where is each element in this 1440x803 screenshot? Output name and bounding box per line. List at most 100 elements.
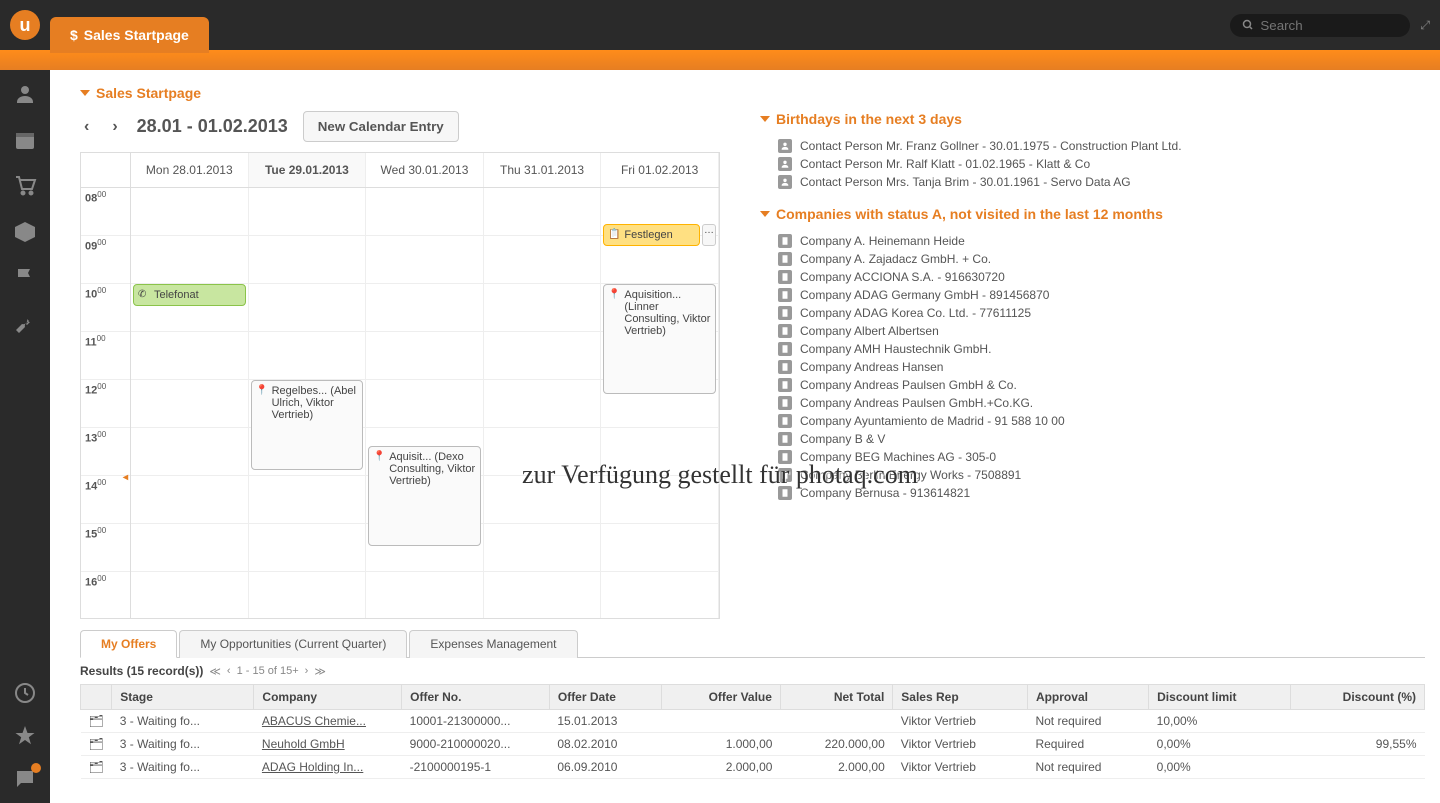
list-item[interactable]: Company ACCIONA S.A. - 916630720 xyxy=(778,268,1425,286)
cell: 9000-210000020... xyxy=(402,733,550,756)
next-week-button[interactable]: › xyxy=(108,118,121,136)
list-item[interactable]: Company A. Zajadacz GmbH. + Co. xyxy=(778,250,1425,268)
list-item[interactable]: Company Andreas Paulsen GmbH.+Co.KG. xyxy=(778,394,1425,412)
day-column-fri[interactable]: 📋Festlegen … 📍Aquisition... (Linner Cons… xyxy=(601,188,719,618)
person-icon[interactable] xyxy=(11,80,39,108)
list-item[interactable]: Company Andreas Hansen xyxy=(778,358,1425,376)
phone-icon: ✆ xyxy=(138,289,146,300)
building-icon xyxy=(778,234,792,248)
person-icon xyxy=(778,139,792,153)
col-offervalue[interactable]: Offer Value xyxy=(662,685,781,710)
day-header[interactable]: Mon 28.01.2013 xyxy=(131,153,249,187)
event-aquisition-linner[interactable]: 📍Aquisition... (Linner Consulting, Vikto… xyxy=(603,284,716,394)
day-header[interactable]: Tue 29.01.2013 xyxy=(249,153,367,187)
event-aquisit-dexo[interactable]: 📍Aquisit... (Dexo Consulting, Viktor Ver… xyxy=(368,446,481,546)
col-offerdate[interactable]: Offer Date xyxy=(549,685,661,710)
prev-week-button[interactable]: ‹ xyxy=(80,118,93,136)
col-discountlimit[interactable]: Discount limit xyxy=(1149,685,1291,710)
building-icon xyxy=(778,342,792,356)
col-discount[interactable]: Discount (%) xyxy=(1291,685,1425,710)
col-nettotal[interactable]: Net Total xyxy=(780,685,892,710)
list-item[interactable]: Company Berlin Energy Works - 7508891 xyxy=(778,466,1425,484)
event-festlegen[interactable]: 📋Festlegen xyxy=(603,224,700,246)
pager-first[interactable]: ≪ xyxy=(209,665,221,678)
list-item[interactable]: Company ADAG Korea Co. Ltd. - 77611125 xyxy=(778,304,1425,322)
event-telefonat[interactable]: ✆ Telefonat xyxy=(133,284,246,306)
list-item[interactable]: Company B & V xyxy=(778,430,1425,448)
companies-title[interactable]: Companies with status A, not visited in … xyxy=(760,206,1425,222)
building-icon xyxy=(778,450,792,464)
table-row[interactable]: 🗂 3 - Waiting fo... ABACUS Chemie... 100… xyxy=(81,710,1425,733)
item-text: Company ADAG Germany GmbH - 891456870 xyxy=(800,288,1049,302)
table-row[interactable]: 🗂 3 - Waiting fo... Neuhold GmbH 9000-21… xyxy=(81,733,1425,756)
item-text: Company BEG Machines AG - 305-0 xyxy=(800,450,996,464)
chevron-down-icon xyxy=(760,211,770,217)
list-item[interactable]: Company Ayuntamiento de Madrid - 91 588 … xyxy=(778,412,1425,430)
cell: 3 - Waiting fo... xyxy=(112,756,254,779)
history-icon[interactable] xyxy=(11,679,39,707)
list-item[interactable]: Contact Person Mr. Ralf Klatt - 01.02.19… xyxy=(778,155,1425,173)
col-company[interactable]: Company xyxy=(254,685,402,710)
chevron-down-icon[interactable] xyxy=(80,90,90,96)
list-item[interactable]: Company Bernusa - 913614821 xyxy=(778,484,1425,502)
day-column-tue[interactable]: 📍Regelbes... (Abel Ulrich, Viktor Vertri… xyxy=(249,188,367,618)
search-input[interactable] xyxy=(1260,18,1398,33)
event-more-button[interactable]: … xyxy=(702,224,716,246)
pager-next[interactable]: › xyxy=(305,665,309,677)
item-text: Company Albert Albertsen xyxy=(800,324,939,338)
table-row[interactable]: 🗂 3 - Waiting fo... ADAG Holding In... -… xyxy=(81,756,1425,779)
col-approval[interactable]: Approval xyxy=(1027,685,1148,710)
cell: Viktor Vertrieb xyxy=(893,710,1028,733)
list-item[interactable]: Company AMH Haustechnik GmbH. xyxy=(778,340,1425,358)
building-icon xyxy=(778,378,792,392)
cell: 10001-21300000... xyxy=(402,710,550,733)
pager-prev[interactable]: ‹ xyxy=(227,665,231,677)
star-icon[interactable] xyxy=(11,722,39,750)
cell-company-link[interactable]: ABACUS Chemie... xyxy=(254,710,402,733)
list-item[interactable]: Company Andreas Paulsen GmbH & Co. xyxy=(778,376,1425,394)
expand-icon[interactable]: ⤢ xyxy=(1420,18,1430,33)
event-label: Telefonat xyxy=(154,289,199,301)
tab-my-offers[interactable]: My Offers xyxy=(80,630,177,658)
results-bar: Results (15 record(s)) ≪ ‹ 1 - 15 of 15+… xyxy=(80,658,1425,684)
tab-my-opportunities[interactable]: My Opportunities (Current Quarter) xyxy=(179,630,407,658)
active-tab[interactable]: $ Sales Startpage xyxy=(50,17,209,53)
day-header[interactable]: Fri 01.02.2013 xyxy=(601,153,719,187)
calendar-icon[interactable] xyxy=(11,126,39,154)
list-item[interactable]: Company BEG Machines AG - 305-0 xyxy=(778,448,1425,466)
cell: Viktor Vertrieb xyxy=(893,733,1028,756)
list-item[interactable]: Company A. Heinemann Heide xyxy=(778,232,1425,250)
box-icon[interactable] xyxy=(11,218,39,246)
event-regelbes[interactable]: 📍Regelbes... (Abel Ulrich, Viktor Vertri… xyxy=(251,380,364,470)
day-column-thu[interactable] xyxy=(484,188,602,618)
list-item[interactable]: Contact Person Mr. Franz Gollner - 30.01… xyxy=(778,137,1425,155)
active-tab-label: Sales Startpage xyxy=(84,27,189,43)
chat-icon[interactable] xyxy=(11,765,39,793)
col-stage[interactable]: Stage xyxy=(112,685,254,710)
day-header[interactable]: Wed 30.01.2013 xyxy=(366,153,484,187)
day-column-wed[interactable]: 📍Aquisit... (Dexo Consulting, Viktor Ver… xyxy=(366,188,484,618)
tab-expenses[interactable]: Expenses Management xyxy=(409,630,577,658)
pager-last[interactable]: ≫ xyxy=(314,665,326,678)
col-offerno[interactable]: Offer No. xyxy=(402,685,550,710)
building-icon xyxy=(778,486,792,500)
search-box[interactable] xyxy=(1230,14,1410,37)
day-header[interactable]: Thu 31.01.2013 xyxy=(484,153,602,187)
cell-company-link[interactable]: Neuhold GmbH xyxy=(254,733,402,756)
item-text: Company Ayuntamiento de Madrid - 91 588 … xyxy=(800,414,1065,428)
list-item[interactable]: Company ADAG Germany GmbH - 891456870 xyxy=(778,286,1425,304)
birthdays-title[interactable]: Birthdays in the next 3 days xyxy=(760,111,1425,127)
col-salesrep[interactable]: Sales Rep xyxy=(893,685,1028,710)
item-text: Company Andreas Paulsen GmbH & Co. xyxy=(800,378,1017,392)
list-item[interactable]: Contact Person Mrs. Tanja Brim - 30.01.1… xyxy=(778,173,1425,191)
cart-icon[interactable] xyxy=(11,172,39,200)
new-calendar-entry-button[interactable]: New Calendar Entry xyxy=(303,111,459,142)
app-logo[interactable]: u xyxy=(10,10,40,40)
pin-icon: 📍 xyxy=(608,289,620,300)
day-column-mon[interactable]: ✆ Telefonat xyxy=(131,188,249,618)
birthdays-list: Contact Person Mr. Franz Gollner - 30.01… xyxy=(778,137,1425,191)
flag-icon[interactable] xyxy=(11,264,39,292)
list-item[interactable]: Company Albert Albertsen xyxy=(778,322,1425,340)
cell-company-link[interactable]: ADAG Holding In... xyxy=(254,756,402,779)
wrench-icon[interactable] xyxy=(11,310,39,338)
